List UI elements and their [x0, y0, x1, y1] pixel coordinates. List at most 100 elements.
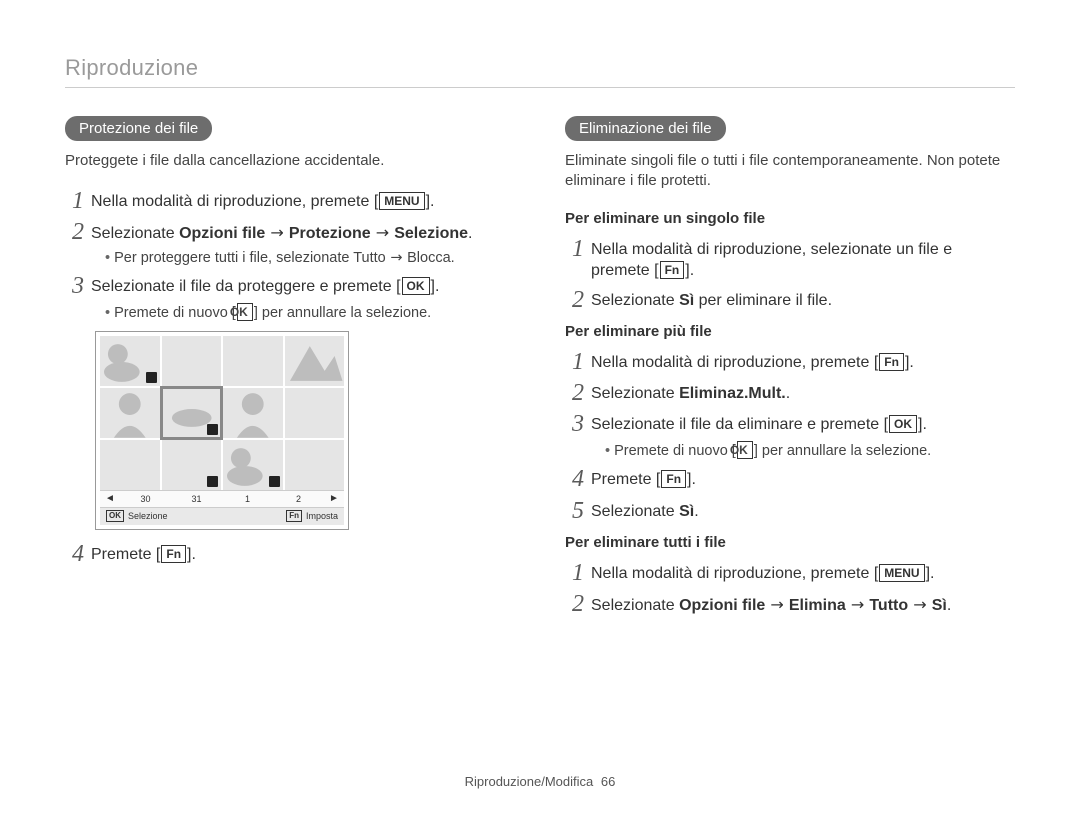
step-text-pre: Selezionate — [591, 292, 679, 309]
thumb-cell — [100, 440, 160, 490]
date-cell: 1 — [222, 494, 273, 504]
legend-fn: Fn Imposta — [280, 510, 344, 522]
key-ok: OK — [402, 277, 430, 295]
step-text: Selezionate Opzioni file → Protezione → … — [91, 220, 473, 245]
step-text-post: ]. — [431, 278, 440, 295]
multi-step-1: 1 Nella modalità di riproduzione, premet… — [565, 350, 1005, 375]
step-text: Nella modalità di riproduzione, premete … — [91, 189, 435, 213]
step-text-post: ]. — [187, 546, 196, 563]
bold-tutto: Tutto — [869, 597, 908, 614]
bold-eliminazmult: Eliminaz.Mult. — [679, 385, 786, 402]
multi-step-3-note: Premete di nuovo [OK] per annullare la s… — [605, 441, 1005, 459]
step-text-pre: Nella modalità di riproduzione, premete … — [591, 354, 878, 371]
key-fn: Fn — [879, 353, 904, 371]
all-step-1: 1 Nella modalità di riproduzione, premet… — [565, 561, 1005, 586]
header-rule — [65, 87, 1015, 88]
step-text-post: . — [468, 225, 472, 242]
step-text-post: ]. — [426, 193, 435, 210]
step-number: 2 — [565, 592, 591, 617]
step-text-post: per eliminare il file. — [694, 292, 832, 309]
step-text-pre: Premete [ — [591, 471, 660, 488]
step-text: Selezionate il file da eliminare e preme… — [591, 412, 927, 436]
step-text-post: . — [694, 503, 698, 520]
columns: Protezione dei file Proteggete i file da… — [65, 116, 1015, 621]
step-number: 2 — [565, 288, 591, 313]
bullet-post: . — [451, 250, 455, 266]
key-ok-small: OK — [106, 510, 124, 522]
bullet-pre: Premete di nuovo [ — [614, 443, 736, 459]
arrow: → — [371, 223, 395, 242]
legend-ok: OK Selezione — [100, 510, 174, 522]
step-text: Nella modalità di riproduzione, premete … — [591, 561, 935, 585]
step-number: 2 — [65, 220, 91, 245]
step-text: Premete [Fn]. — [591, 467, 696, 491]
bold-tutto: Tutto — [353, 250, 386, 266]
section-pill-delete: Eliminazione dei file — [565, 116, 726, 141]
step-number: 3 — [65, 274, 91, 299]
protect-step-2-note: Per proteggere tutti i file, selezionate… — [105, 250, 505, 266]
step-text-pre: Nella modalità di riproduzione, selezion… — [591, 241, 952, 280]
thumb-cell — [162, 440, 222, 490]
bold-opzioni-file: Opzioni file — [679, 597, 765, 614]
step-text-pre: Premete [ — [91, 546, 160, 563]
key-fn: Fn — [660, 261, 685, 279]
page-title: Riproduzione — [65, 55, 1015, 81]
step-text-pre: Selezionate — [591, 385, 679, 402]
bold-opzioni-file: Opzioni file — [179, 225, 265, 242]
bullet-post: ] per annullare la selezione. — [754, 443, 931, 459]
arrow: → — [386, 250, 407, 266]
thumbnail-grid: ◄ 30 31 1 2 ► OK Selezione — [95, 331, 349, 530]
all-step-2: 2 Selezionate Opzioni file → Elimina → T… — [565, 592, 1005, 617]
nav-left-icon: ◄ — [100, 493, 120, 504]
thumb-cell — [223, 388, 283, 438]
step-text: Premete [Fn]. — [91, 542, 196, 566]
step-number: 1 — [565, 237, 591, 262]
manual-page: Riproduzione Protezione dei file Protegg… — [0, 0, 1080, 815]
thumbnail-date-row: ◄ 30 31 1 2 ► — [100, 490, 344, 507]
step-text-post: ]. — [918, 416, 927, 433]
step-text-post: ]. — [905, 354, 914, 371]
thumbnail-legend-row: OK Selezione Fn Imposta — [100, 507, 344, 525]
step-text: Nella modalità di riproduzione, premete … — [591, 350, 914, 374]
thumbnail-grid-illustration: ◄ 30 31 1 2 ► OK Selezione — [95, 331, 349, 530]
step-text-pre: Nella modalità di riproduzione, premete … — [91, 193, 378, 210]
bold-protezione: Protezione — [289, 225, 371, 242]
step-text-pre: Selezionate il file da proteggere e prem… — [91, 278, 401, 295]
multi-step-4: 4 Premete [Fn]. — [565, 467, 1005, 492]
step-text-pre: Selezionate il file da eliminare e preme… — [591, 416, 888, 433]
key-menu: MENU — [879, 564, 924, 582]
bold-si: Sì — [679, 292, 694, 309]
file-indicator-icon — [146, 372, 157, 383]
file-indicator-icon — [207, 476, 218, 487]
step-text-pre: Nella modalità di riproduzione, premete … — [591, 565, 878, 582]
step-text-post: . — [786, 385, 790, 402]
subhead-single: Per eliminare un singolo file — [565, 210, 1005, 227]
step-number: 1 — [565, 350, 591, 375]
step-text: Selezionate Sì per eliminare il file. — [591, 288, 832, 312]
thumb-cell — [285, 388, 345, 438]
thumb-cell — [162, 336, 222, 386]
intro-protect: Proteggete i file dalla cancellazione ac… — [65, 151, 505, 171]
multi-step-2: 2 Selezionate Eliminaz.Mult.. — [565, 381, 1005, 406]
nav-right-icon: ► — [324, 493, 344, 504]
step-text-pre: Selezionate — [591, 597, 679, 614]
protect-step-1: 1 Nella modalità di riproduzione, premet… — [65, 189, 505, 214]
key-ok: OK — [237, 303, 253, 321]
bullet-post: ] per annullare la selezione. — [254, 305, 431, 321]
protect-step-3-note: Premete di nuovo [OK] per annullare la s… — [105, 303, 505, 321]
right-column: Eliminazione dei file Eliminate singoli … — [565, 116, 1005, 621]
step-text: Selezionate Sì. — [591, 499, 699, 523]
file-indicator-icon — [207, 424, 218, 435]
single-step-1: 1 Nella modalità di riproduzione, selezi… — [565, 237, 1005, 282]
bold-selezione: Selezione — [394, 225, 468, 242]
key-menu: MENU — [379, 192, 424, 210]
date-cell: 2 — [273, 494, 324, 504]
step-text-pre: Selezionate — [591, 503, 679, 520]
subhead-multi: Per eliminare più file — [565, 323, 1005, 340]
bold-si: Sì — [679, 503, 694, 520]
thumb-cell — [223, 440, 283, 490]
key-ok: OK — [737, 441, 753, 459]
thumb-cell-selected — [162, 388, 222, 438]
protect-step-2: 2 Selezionate Opzioni file → Protezione … — [65, 220, 505, 245]
protect-step-4: 4 Premete [Fn]. — [65, 542, 505, 567]
